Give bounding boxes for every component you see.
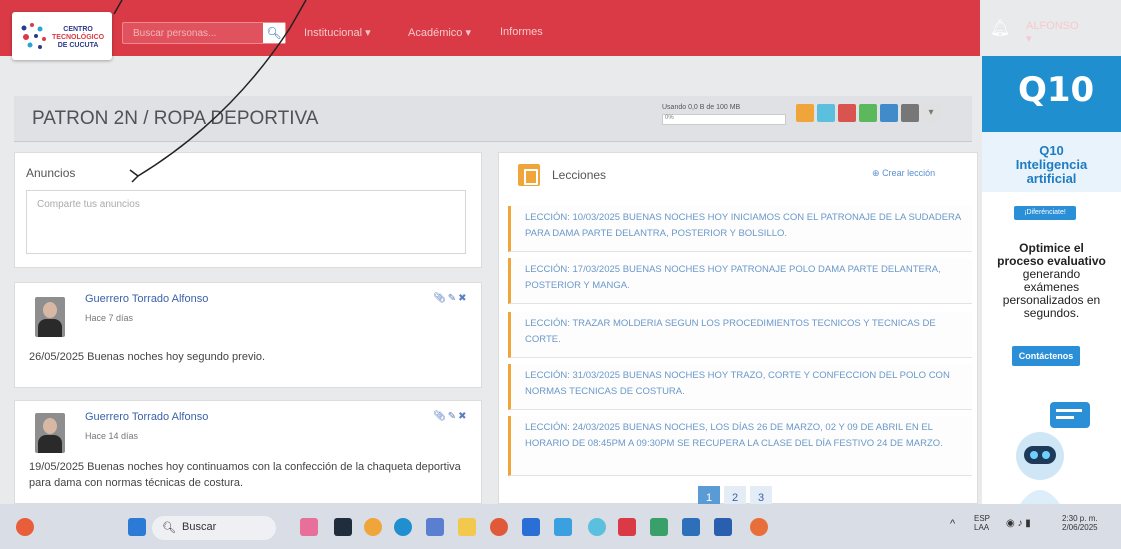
mcafee-icon[interactable] [618,518,636,536]
chrome-icon[interactable] [490,518,508,536]
app-icon[interactable] [364,518,382,536]
pen-annotation-lines [113,0,307,183]
word-icon[interactable] [714,518,732,536]
firefox-icon[interactable] [750,518,768,536]
taskbar-search[interactable]: 🔍︎ Buscar [152,516,276,540]
folder-icon[interactable] [458,518,476,536]
app-icon[interactable] [334,518,352,536]
app-icon[interactable] [554,518,572,536]
windows-start-icon[interactable] [128,518,146,536]
app-icon[interactable] [682,518,700,536]
wifi-sound-battery-icons[interactable]: ◉ ♪ ▮ [1006,518,1031,529]
widget-icon[interactable] [16,518,34,536]
app-icon[interactable] [588,518,606,536]
windows-taskbar: 🔍︎ Buscar ^ ESP LAA ◉ ♪ ▮ 2:30 p. m. 2/06/… [0,504,1121,549]
clock[interactable]: 2:30 p. m. 2/06/2025 [1062,514,1098,532]
store-icon[interactable] [522,518,540,536]
edge-icon[interactable] [394,518,412,536]
app-icon[interactable] [300,518,318,536]
search-icon: 🔍︎ [162,522,176,534]
tray-chevron-icon[interactable]: ^ [950,518,955,530]
lang-indicator[interactable]: ESP LAA [974,514,990,532]
teams-icon[interactable] [426,518,444,536]
excel-icon[interactable] [650,518,668,536]
